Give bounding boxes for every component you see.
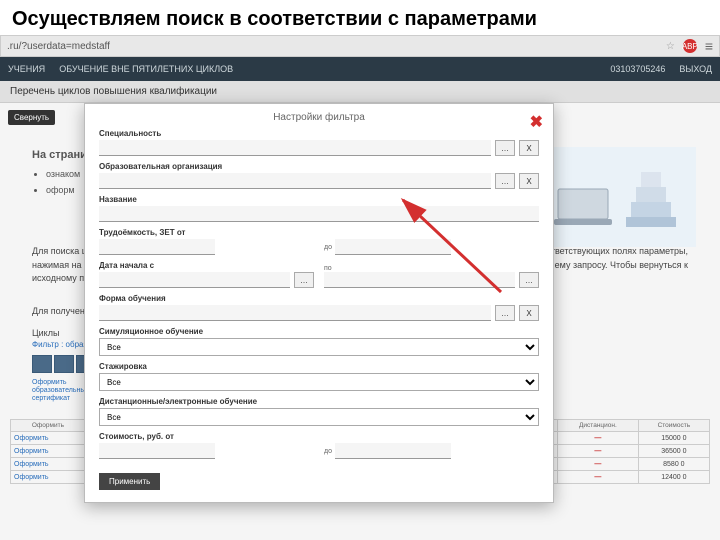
org-picker[interactable]: … [495, 173, 515, 189]
stage-select[interactable]: Все [99, 373, 539, 391]
hamburger-icon[interactable]: ≡ [705, 38, 713, 54]
date-from-input[interactable] [99, 272, 290, 288]
cost-from-input[interactable] [99, 443, 215, 459]
dist-select[interactable]: Все [99, 408, 539, 426]
form-clear[interactable]: X [519, 305, 539, 321]
apply-button[interactable]: Применить [99, 473, 160, 490]
form-picker[interactable]: … [495, 305, 515, 321]
url-fragment: .ru/?userdata=medstaff [7, 41, 110, 52]
date-from-label: Дата начала с [99, 261, 314, 270]
modal-title: Настройки фильтра [99, 112, 539, 123]
cost-to-input[interactable] [335, 443, 451, 459]
specialty-picker[interactable]: … [495, 140, 515, 156]
org-label: Образовательная организация [99, 162, 539, 171]
specialty-input[interactable] [99, 140, 491, 156]
date-to-label: по [324, 265, 332, 272]
name-input[interactable] [99, 206, 539, 222]
dist-label: Дистанционные/электронные обучение [99, 397, 539, 406]
date-from-picker[interactable]: … [294, 272, 314, 288]
filter-modal: Настройки фильтра ✖ Специальность … X Об… [84, 103, 554, 503]
modal-backdrop: Настройки фильтра ✖ Специальность … X Об… [0, 57, 720, 540]
sim-label: Симуляционное обучение [99, 327, 539, 336]
close-icon[interactable]: ✖ [530, 112, 543, 132]
sim-select[interactable]: Все [99, 338, 539, 356]
slide-title: Осуществляем поиск в соответствии с пара… [0, 0, 720, 35]
form-input[interactable] [99, 305, 491, 321]
cost-from-label: Стоимость, руб. от [99, 432, 314, 441]
abp-badge[interactable]: ABP [683, 39, 697, 53]
date-to-input[interactable] [324, 272, 515, 288]
specialty-clear[interactable]: X [519, 140, 539, 156]
stage-label: Стажировка [99, 362, 539, 371]
hours-to-input[interactable] [335, 239, 451, 255]
org-clear[interactable]: X [519, 173, 539, 189]
cost-to-label: до [324, 448, 332, 455]
org-input[interactable] [99, 173, 491, 189]
name-label: Название [99, 195, 539, 204]
app-viewport: УЧЕНИЯ ОБУЧЕНИЕ ВНЕ ПЯТИЛЕТНИХ ЦИКЛОВ 03… [0, 57, 720, 540]
browser-bar: .ru/?userdata=medstaff ☆ ABP ≡ [0, 35, 720, 57]
hours-to-label: до [324, 244, 332, 251]
hours-from-label: Трудоёмкость, ЗЕТ от [99, 228, 314, 237]
hours-from-input[interactable] [99, 239, 215, 255]
specialty-label: Специальность [99, 129, 539, 138]
form-label: Форма обучения [99, 294, 539, 303]
date-to-picker[interactable]: … [519, 272, 539, 288]
star-icon[interactable]: ☆ [666, 41, 675, 52]
